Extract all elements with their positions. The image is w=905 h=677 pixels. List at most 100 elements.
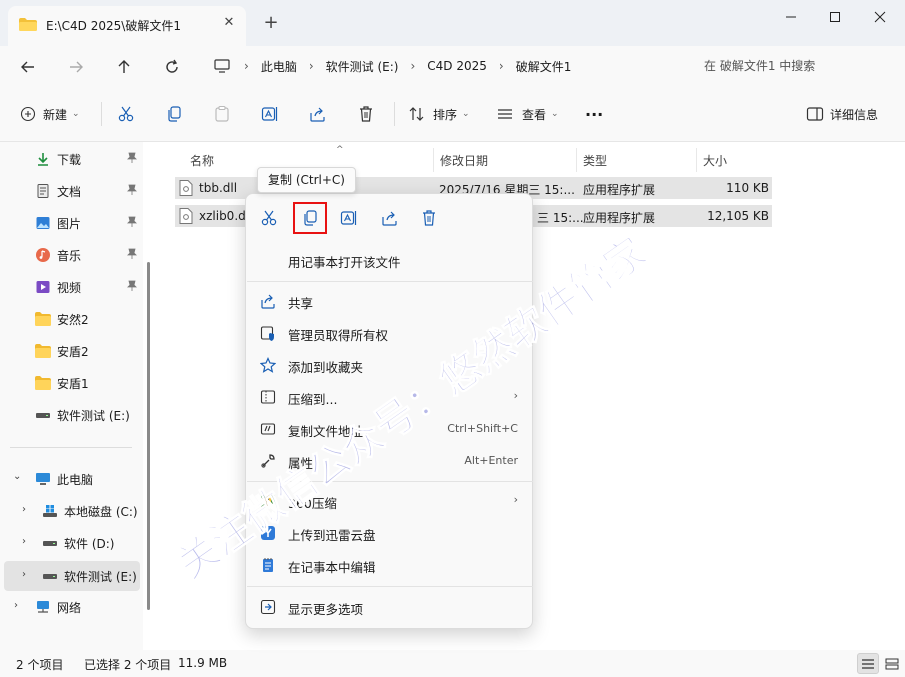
- sidebar-item-documents[interactable]: 文档: [0, 177, 143, 205]
- share-button[interactable]: [309, 102, 327, 126]
- folder-icon: [35, 343, 51, 359]
- view-label: 查看: [522, 107, 547, 122]
- menu-item-360-compress[interactable]: 360压缩 ›: [246, 485, 534, 517]
- pin-icon[interactable]: [126, 216, 138, 228]
- context-share-button[interactable]: [378, 206, 402, 230]
- chevron-right-icon[interactable]: ›: [22, 504, 26, 515]
- details-label: 详细信息: [830, 107, 879, 122]
- minimize-icon: [786, 16, 796, 18]
- trash-icon: [360, 106, 372, 122]
- sidebar-item-downloads[interactable]: 下载: [0, 145, 143, 173]
- menu-item-upload-thunder[interactable]: 上传到迅雷云盘: [246, 517, 534, 549]
- context-delete-button[interactable]: [417, 206, 441, 230]
- sidebar-item-drive-d[interactable]: › 软件 (D:): [0, 529, 143, 557]
- file-size: 110 KB: [726, 181, 769, 195]
- chevron-right-icon[interactable]: ›: [22, 536, 26, 547]
- context-rename-button[interactable]: [337, 206, 361, 230]
- sidebar-item-label: 安然2: [57, 312, 89, 327]
- window-tab[interactable]: E:\C4D 2025\破解文件1 ✕: [8, 6, 246, 46]
- sidebar-item-folder-andun1[interactable]: 安盾1: [0, 369, 143, 397]
- search-input[interactable]: 在 破解文件1 中搜索: [690, 51, 902, 81]
- share-icon: [382, 211, 397, 226]
- sidebar-item-label: 软件 (D:): [64, 536, 115, 551]
- 360zip-icon: [260, 493, 276, 509]
- close-icon: [874, 11, 886, 23]
- sidebar-item-this-pc[interactable]: ⌄ 此电脑: [0, 465, 143, 493]
- download-icon: [35, 151, 51, 167]
- breadcrumb-c4d[interactable]: C4D 2025: [427, 59, 487, 73]
- minimize-button[interactable]: [768, 3, 814, 31]
- tiles-view-button[interactable]: [881, 653, 903, 674]
- pin-icon[interactable]: [126, 152, 138, 164]
- video-icon: [35, 279, 51, 295]
- context-cut-button[interactable]: [257, 206, 281, 230]
- paste-button[interactable]: [213, 102, 231, 126]
- menu-item-copy-path[interactable]: 复制文件地址 Ctrl+Shift+C: [246, 413, 534, 445]
- rename-icon: [340, 211, 357, 225]
- sidebar-item-music[interactable]: 音乐: [0, 241, 143, 269]
- context-copy-button[interactable]: [298, 206, 322, 230]
- sidebar-item-folder-andun2[interactable]: 安盾2: [0, 337, 143, 365]
- drive-icon: [42, 568, 58, 584]
- pin-icon[interactable]: [126, 280, 138, 292]
- sidebar-item-drive-e-quick[interactable]: 软件测试 (E:): [0, 401, 143, 429]
- up-button[interactable]: [111, 54, 137, 80]
- more-button[interactable]: ···: [585, 102, 603, 126]
- view-button[interactable]: 查看 ⌄: [496, 102, 559, 126]
- menu-item-more-options[interactable]: 显示更多选项: [246, 591, 534, 623]
- column-header-modified[interactable]: 修改日期: [434, 148, 577, 172]
- sidebar-item-drive-c[interactable]: › 本地磁盘 (C:): [0, 497, 143, 525]
- rename-button[interactable]: [261, 102, 279, 126]
- chevron-right-icon[interactable]: ›: [14, 600, 18, 611]
- cut-button[interactable]: [117, 102, 135, 126]
- menu-item-open-notepad[interactable]: 用记事本打开该文件: [246, 244, 534, 276]
- new-button[interactable]: 新建 ⌄: [20, 102, 80, 126]
- refresh-button[interactable]: [159, 54, 185, 80]
- pin-icon[interactable]: [126, 184, 138, 196]
- menu-item-label: 显示更多选项: [288, 602, 364, 617]
- chevron-down-icon[interactable]: ⌄: [13, 471, 21, 482]
- divider: [247, 481, 533, 482]
- windows-drive-icon: [42, 503, 58, 519]
- sidebar-item-drive-e[interactable]: › 软件测试 (E:): [4, 561, 140, 591]
- pin-icon[interactable]: [126, 248, 138, 260]
- file-size: 12,105 KB: [707, 209, 769, 223]
- sidebar-item-folder-anran2[interactable]: 安然2: [0, 305, 143, 333]
- maximize-button[interactable]: [812, 3, 858, 31]
- close-button[interactable]: [857, 3, 903, 31]
- sidebar-item-pictures[interactable]: 图片: [0, 209, 143, 237]
- sidebar-item-label: 软件测试 (E:): [64, 569, 137, 584]
- folder-icon: [35, 375, 51, 391]
- copy-button[interactable]: [165, 102, 183, 126]
- menu-item-share[interactable]: 共享: [246, 285, 534, 317]
- dll-file-icon: [179, 180, 193, 196]
- breadcrumb-this-pc[interactable]: 此电脑: [261, 58, 297, 75]
- details-button[interactable]: 详细信息: [806, 102, 878, 126]
- column-header-type[interactable]: 类型: [577, 148, 697, 172]
- chevron-right-icon[interactable]: ›: [22, 569, 26, 580]
- sidebar-item-label: 文档: [57, 184, 82, 199]
- address-bar[interactable]: › 此电脑 › 软件测试 (E:) › C4D 2025 › 破解文件1: [200, 51, 678, 81]
- new-tab-button[interactable]: +: [261, 12, 281, 34]
- breadcrumb-current[interactable]: 破解文件1: [516, 58, 572, 75]
- selected-size: 11.9 MB: [178, 656, 228, 670]
- forward-button[interactable]: [63, 54, 89, 80]
- list-view-icon: [862, 658, 874, 669]
- sidebar-item-network[interactable]: › 网络: [0, 593, 143, 621]
- close-tab-icon[interactable]: ✕: [220, 14, 238, 32]
- menu-item-take-ownership[interactable]: 管理员取得所有权: [246, 317, 534, 349]
- menu-item-label: 复制文件地址: [288, 424, 364, 439]
- menu-item-edit-notepad[interactable]: 在记事本中编辑: [246, 549, 534, 581]
- menu-item-add-favorites[interactable]: 添加到收藏夹: [246, 349, 534, 381]
- breadcrumb-drive-e[interactable]: 软件测试 (E:): [326, 58, 399, 75]
- column-header-size[interactable]: 大小: [697, 148, 777, 172]
- sort-button[interactable]: 排序 ⌄: [408, 102, 470, 126]
- menu-item-properties[interactable]: 属性 Alt+Enter: [246, 445, 534, 477]
- back-button[interactable]: [15, 54, 41, 80]
- delete-button[interactable]: [357, 102, 375, 126]
- menu-item-label: 在记事本中编辑: [288, 560, 376, 575]
- sidebar-item-videos[interactable]: 视频: [0, 273, 143, 301]
- menu-item-compress-to[interactable]: 压缩到... ›: [246, 381, 534, 413]
- file-name: xzlib0.dl: [199, 209, 250, 223]
- details-view-button[interactable]: [857, 653, 879, 674]
